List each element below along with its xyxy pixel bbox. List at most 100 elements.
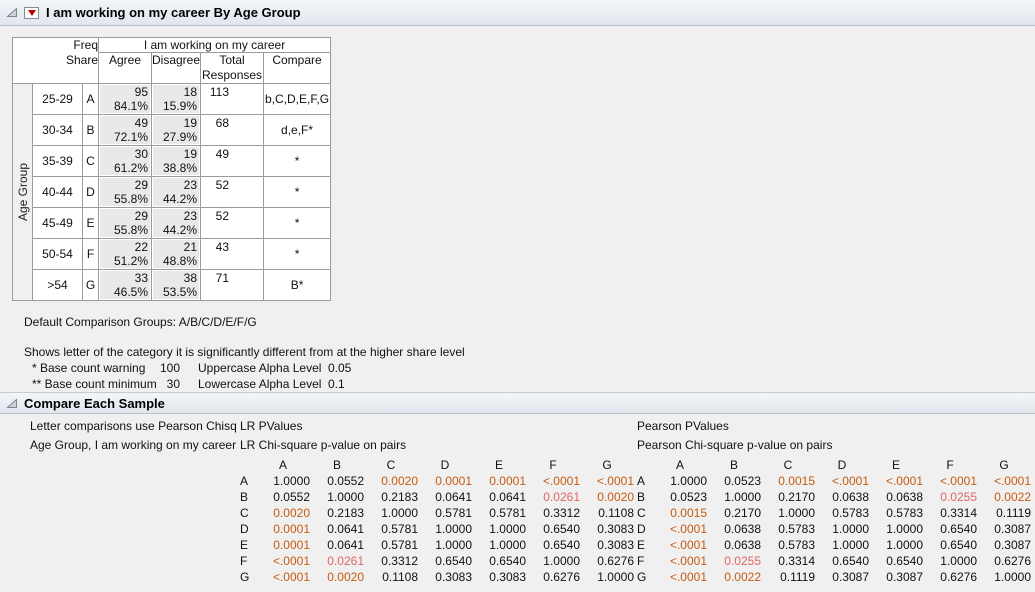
matrix-row: F<.00010.02610.33120.65400.65401.00000.6… bbox=[240, 553, 634, 569]
agree-count: 29 bbox=[102, 178, 148, 192]
p-value-cell: 0.2170 bbox=[761, 489, 815, 505]
total-responses-cell: 71 bbox=[201, 270, 264, 301]
disagree-count: 19 bbox=[155, 116, 197, 130]
p-value-cell: 0.0523 bbox=[707, 473, 761, 489]
p-value-cell: <.0001 bbox=[815, 473, 869, 489]
matrix-col-header: A bbox=[256, 457, 310, 473]
compare-cell: * bbox=[264, 146, 331, 177]
crosstab-header-row-1: Freq Share I am working on my career bbox=[13, 38, 331, 53]
disagree-count: 21 bbox=[155, 240, 197, 254]
p-value-cell: 0.0255 bbox=[923, 489, 977, 505]
total-responses-value: 52 bbox=[201, 177, 263, 192]
disagree-count: 23 bbox=[155, 178, 197, 192]
age-range-cell: 30-34 bbox=[33, 115, 83, 146]
default-comparison-groups-note: Default Comparison Groups: A/B/C/D/E/F/G bbox=[24, 314, 1035, 330]
outline-bar-compare-each-sample: Compare Each Sample bbox=[0, 392, 1035, 414]
crosstab-body: Age Group25-29A9584.1%1815.9%113b,C,D,E,… bbox=[13, 84, 331, 301]
p-value-cell: 1.0000 bbox=[815, 537, 869, 553]
p-value-cell: 1.0000 bbox=[707, 489, 761, 505]
total-responses-value: 113 bbox=[201, 84, 263, 99]
disagree-count: 19 bbox=[155, 147, 197, 161]
p-value-cell: 1.0000 bbox=[653, 473, 707, 489]
p-value-cell: 0.3087 bbox=[815, 569, 869, 585]
agree-cell: 3346.5% bbox=[99, 270, 152, 301]
lr-matrix-subtitle: LR Chi-square p-value on pairs bbox=[240, 436, 634, 455]
p-value-cell: 0.5781 bbox=[472, 505, 526, 521]
p-value-cell: 0.0020 bbox=[310, 569, 364, 585]
p-value-cell: 0.1108 bbox=[580, 505, 634, 521]
p-value-cell: 0.6540 bbox=[526, 521, 580, 537]
base-count-label: ** Base count minimum bbox=[32, 376, 150, 392]
crosstab-row: Age Group25-29A9584.1%1815.9%113b,C,D,E,… bbox=[13, 84, 331, 115]
p-value-cell: 0.3087 bbox=[977, 537, 1031, 553]
disagree-share-shading: 1815.9% bbox=[153, 85, 199, 113]
disagree-cell: 2344.2% bbox=[152, 177, 201, 208]
matrix-col-header: D bbox=[815, 457, 869, 473]
p-value-cell: 0.0552 bbox=[310, 473, 364, 489]
p-value-cell: 0.0001 bbox=[256, 537, 310, 553]
age-range-cell: 35-39 bbox=[33, 146, 83, 177]
p-value-cell: 0.1119 bbox=[761, 569, 815, 585]
matrix-row: B0.05231.00000.21700.06380.06380.02550.0… bbox=[637, 489, 1031, 505]
matrix-col-header: F bbox=[526, 457, 580, 473]
total-responses-value: 68 bbox=[201, 115, 263, 130]
disclosure-triangle-icon[interactable] bbox=[6, 7, 18, 18]
group-letter-cell: E bbox=[83, 208, 99, 239]
p-value-cell: 0.5783 bbox=[761, 537, 815, 553]
agree-percent: 46.5% bbox=[102, 285, 148, 299]
p-value-cell: 0.0255 bbox=[707, 553, 761, 569]
base-count-label: * Base count warning bbox=[32, 360, 150, 376]
p-value-cell: 0.0638 bbox=[707, 521, 761, 537]
age-range-cell: 25-29 bbox=[33, 84, 83, 115]
p-value-cell: 0.3083 bbox=[580, 521, 634, 537]
agree-share-shading: 4972.1% bbox=[100, 116, 150, 144]
question-span-header: I am working on my career bbox=[99, 38, 331, 53]
alpha-note-row: ** Base count minimum30Lowercase Alpha L… bbox=[32, 376, 1035, 392]
p-value-cell: 0.0638 bbox=[869, 489, 923, 505]
agree-percent: 84.1% bbox=[102, 99, 148, 113]
matrix-row-label: A bbox=[637, 473, 653, 489]
compare-cell: b,C,D,E,F,G bbox=[264, 84, 331, 115]
p-value-cell: 0.3312 bbox=[364, 553, 418, 569]
p-value-cell: 0.3087 bbox=[977, 521, 1031, 537]
disagree-count: 23 bbox=[155, 209, 197, 223]
p-value-cell: 0.6540 bbox=[526, 537, 580, 553]
group-letter-cell: A bbox=[83, 84, 99, 115]
group-letter-cell: D bbox=[83, 177, 99, 208]
agree-share-shading: 3061.2% bbox=[100, 147, 150, 175]
p-value-cell: 0.0552 bbox=[256, 489, 310, 505]
matrix-row-label: E bbox=[240, 537, 256, 553]
total-header-line2: Responses bbox=[201, 68, 263, 83]
matrix-row: A1.00000.05520.00200.00010.0001<.0001<.0… bbox=[240, 473, 634, 489]
disagree-share-shading: 1927.9% bbox=[153, 116, 199, 144]
crosstab-row: >54G3346.5%3853.5%71B* bbox=[13, 270, 331, 301]
p-value-cell: 0.2183 bbox=[364, 489, 418, 505]
matrix-row: E0.00010.06410.57811.00001.00000.65400.3… bbox=[240, 537, 634, 553]
p-value-cell: <.0001 bbox=[869, 473, 923, 489]
p-value-cell: 0.3312 bbox=[526, 505, 580, 521]
disagree-cell: 2344.2% bbox=[152, 208, 201, 239]
section-title-career-by-age-group: I am working on my career By Age Group bbox=[46, 5, 301, 20]
p-value-cell: 0.0020 bbox=[364, 473, 418, 489]
p-value-cell: 0.0020 bbox=[580, 489, 634, 505]
crosstab-row: 35-39C3061.2%1938.8%49* bbox=[13, 146, 331, 177]
compare-each-sample-section: Letter comparisons use Pearson Chisq Age… bbox=[0, 417, 1035, 585]
p-value-cell: <.0001 bbox=[977, 473, 1031, 489]
agree-column-header: Agree bbox=[99, 53, 152, 84]
disagree-percent: 44.2% bbox=[155, 192, 197, 206]
p-value-cell: 0.6276 bbox=[977, 553, 1031, 569]
disclosure-triangle-icon[interactable] bbox=[6, 398, 18, 409]
matrix-row: G<.00010.00200.11080.30830.30830.62761.0… bbox=[240, 569, 634, 585]
agree-cell: 3061.2% bbox=[99, 146, 152, 177]
matrix-col-header: D bbox=[418, 457, 472, 473]
compare-cell: * bbox=[264, 208, 331, 239]
alpha-level-value: 0.05 bbox=[328, 360, 351, 376]
disagree-count: 18 bbox=[155, 85, 197, 99]
disagree-share-shading: 1938.8% bbox=[153, 147, 199, 175]
total-responses-cell: 52 bbox=[201, 177, 264, 208]
p-value-cell: 1.0000 bbox=[472, 521, 526, 537]
red-triangle-menu-button[interactable] bbox=[24, 7, 39, 19]
agree-count: 95 bbox=[102, 85, 148, 99]
agree-cell: 2251.2% bbox=[99, 239, 152, 270]
matrix-col-header: E bbox=[472, 457, 526, 473]
